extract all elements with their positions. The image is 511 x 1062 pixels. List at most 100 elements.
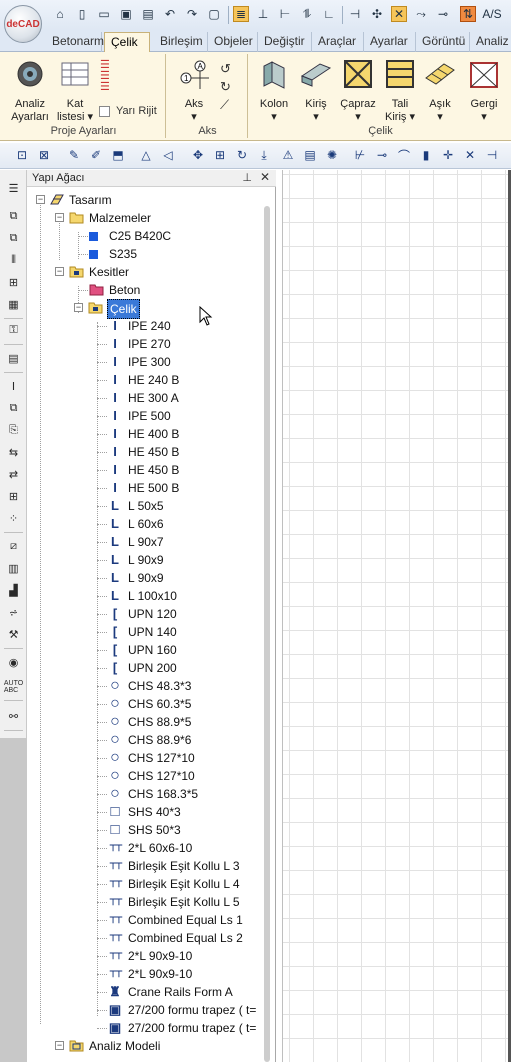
tree-node-kesitler[interactable]: − Kesitler	[55, 263, 255, 281]
analiz-ayarlari-button[interactable]: Analiz Ayarları	[8, 58, 52, 124]
list-icons[interactable]: ☰ ☰ ☰	[100, 60, 114, 96]
drawing-canvas[interactable]	[282, 170, 508, 1062]
collapse-icon[interactable]: −	[55, 213, 64, 222]
kolon-button[interactable]: Kolon ▾	[254, 58, 294, 124]
transfer-icon[interactable]: ⇆	[5, 444, 22, 461]
tree-node-section[interactable]: ○ CHS 88.9*5	[108, 713, 258, 731]
tree-node-section[interactable]: I HE 500 B	[108, 479, 258, 497]
tree-node-section[interactable]: ▣ 27/200 formu trapez ( t=	[108, 1019, 258, 1037]
asik-dropdown[interactable]: ▾	[422, 111, 458, 124]
text-size-icon[interactable]: A/S	[482, 6, 501, 22]
tree-node-section[interactable]: I IPE 300	[108, 353, 258, 371]
tree-node-section[interactable]: ○ CHS 168.3*5	[108, 785, 258, 803]
node-icon[interactable]: ⊞	[5, 274, 22, 291]
trim-icon[interactable]: ⊬	[352, 147, 368, 163]
tree-node-section[interactable]: L L 60x6	[108, 515, 258, 533]
tree-node-section[interactable]: L L 50x5	[108, 497, 258, 515]
snap-near-icon[interactable]: ⤳	[413, 6, 429, 22]
tree-node-section[interactable]: ♜ Crane Rails Form A	[108, 983, 258, 1001]
tab-betonarme[interactable]: Betonarme	[46, 32, 111, 52]
kiris-dropdown[interactable]: ▾	[298, 111, 334, 124]
tree-node-section[interactable]: ○ CHS 127*10	[108, 767, 258, 785]
render-icon[interactable]: ◉	[5, 654, 22, 671]
snap-end-icon[interactable]: ⊣	[347, 6, 363, 22]
layer-edit-icon[interactable]: ⧉	[5, 230, 22, 247]
auto-label-icon[interactable]: AUTO ABC	[4, 678, 23, 695]
draw-slab-icon[interactable]: ⧄	[5, 538, 22, 555]
move-icon[interactable]: ✥	[190, 147, 206, 163]
tree-node-section[interactable]: ▣ 27/200 formu trapez ( t=	[108, 1001, 258, 1019]
tree-node-section[interactable]: L L 90x9	[108, 551, 258, 569]
tree-node-section[interactable]: [UPN 160	[108, 641, 258, 659]
document-icon[interactable]: ▤	[5, 350, 22, 367]
tree-node-section[interactable]: ○ CHS 88.9*6	[108, 731, 258, 749]
tree-view-icon[interactable]: ☰	[5, 180, 22, 197]
close-icon[interactable]: ✕	[260, 170, 270, 184]
tree-node-section[interactable]: □ SHS 40*3	[108, 803, 258, 821]
tab-araclar[interactable]: Araçlar	[312, 32, 364, 52]
tree-node-malzemeler[interactable]: − Malzemeler	[55, 209, 255, 227]
tree-node-section[interactable]: I HE 300 A	[108, 389, 258, 407]
tree-node-section[interactable]: ○ CHS 60.3*5	[108, 695, 258, 713]
pin-icon[interactable]: ⊥	[242, 171, 252, 184]
layers-icon[interactable]: ≣	[233, 6, 249, 22]
section-icon[interactable]: Ⅰ	[5, 378, 22, 395]
building-icon[interactable]: ▟	[5, 582, 22, 599]
report-icon[interactable]: ▦	[5, 296, 22, 313]
tree-node-section[interactable]: ○ CHS 48.3*3	[108, 677, 258, 695]
aks-button[interactable]: A1 Aks ▾	[176, 58, 212, 124]
gergi-button[interactable]: Gergi ▾	[464, 58, 504, 124]
rotate-icon[interactable]: ↻	[234, 147, 250, 163]
binoculars-icon[interactable]: ⚯	[5, 708, 22, 725]
capraz-dropdown[interactable]: ▾	[338, 111, 378, 124]
tree-node-section[interactable]: I IPE 240	[108, 317, 258, 335]
snap-parallel-icon[interactable]: ⥮	[299, 6, 315, 22]
key-icon[interactable]: ⚿	[5, 322, 22, 339]
aks-dropdown[interactable]: ▾	[176, 111, 212, 124]
tree-node-section[interactable]: I HE 240 B	[108, 371, 258, 389]
tab-birlesim[interactable]: Birleşim	[154, 32, 208, 52]
cross-icon[interactable]: ✕	[462, 147, 478, 163]
triangle-icon[interactable]: △	[138, 147, 154, 163]
offset-icon[interactable]: ⌒	[396, 147, 412, 163]
collapse-icon[interactable]: −	[36, 195, 45, 204]
tab-analiz[interactable]: Analiz	[470, 32, 511, 52]
tree-node-section[interactable]: L L 100x10	[108, 587, 258, 605]
tree-node-section[interactable]: I HE 450 B	[108, 461, 258, 479]
tree-node-section[interactable]: ⊤⊤ 2*L 90x9-10	[108, 965, 258, 983]
layers-icon[interactable]: ⧉	[5, 208, 22, 225]
tree-node-section[interactable]: ⊤⊤ 2*L 60x6-10	[108, 839, 258, 857]
mirror-icon[interactable]: ⚠	[280, 147, 296, 163]
fillet-icon[interactable]: ⊣	[484, 147, 500, 163]
tree-node-analiz-modeli[interactable]: − Analiz Modeli	[55, 1037, 255, 1055]
chart-icon[interactable]: ▮	[418, 147, 434, 163]
tree-node-section[interactable]: I HE 450 B	[108, 443, 258, 461]
tree-node-section[interactable]: ⊤⊤ Birleşik Eşit Kollu L 3	[108, 857, 258, 875]
tali-kiris-button[interactable]: Tali Kiriş ▾	[382, 58, 418, 124]
tree-node-section[interactable]: L L 90x9	[108, 569, 258, 587]
tree-node-section[interactable]: [UPN 120	[108, 605, 258, 623]
split-icon[interactable]: ✛	[440, 147, 456, 163]
tree-node-section[interactable]: ⊤⊤ Combined Equal Ls 2	[108, 929, 258, 947]
yari-rijit-checkbox[interactable]	[99, 106, 110, 117]
tree-node-material[interactable]: S235	[89, 245, 249, 263]
tab-objeler[interactable]: Objeler	[208, 32, 258, 52]
save-icon[interactable]: ▣	[118, 6, 134, 22]
tab-degistir[interactable]: Değiştir	[258, 32, 312, 52]
scale-icon[interactable]: ⤓	[256, 147, 272, 163]
collapse-icon[interactable]: −	[74, 303, 83, 312]
clipboard-icon[interactable]: ⎘	[5, 422, 22, 439]
snap-corner-icon[interactable]: ∟	[321, 6, 337, 22]
tree-node-section[interactable]: ⊤⊤ 2*L 90x9-10	[108, 947, 258, 965]
kiris-button[interactable]: Kiriş ▾	[298, 58, 334, 124]
bolt-icon[interactable]: ⚒	[5, 626, 22, 643]
gergi-dropdown[interactable]: ▾	[464, 111, 504, 124]
tree-node-celik[interactable]: − Çelik	[74, 299, 254, 319]
snap-mid-icon[interactable]: ⊸	[435, 6, 451, 22]
collapse-icon[interactable]: −	[55, 1041, 64, 1050]
tag-icon[interactable]: ⬒	[110, 147, 126, 163]
merge-icon[interactable]: ⇄	[5, 466, 22, 483]
copy-icon[interactable]: ⧉	[5, 400, 22, 417]
eraser-icon[interactable]: ◁	[160, 147, 176, 163]
explode-icon[interactable]: ✺	[324, 147, 340, 163]
